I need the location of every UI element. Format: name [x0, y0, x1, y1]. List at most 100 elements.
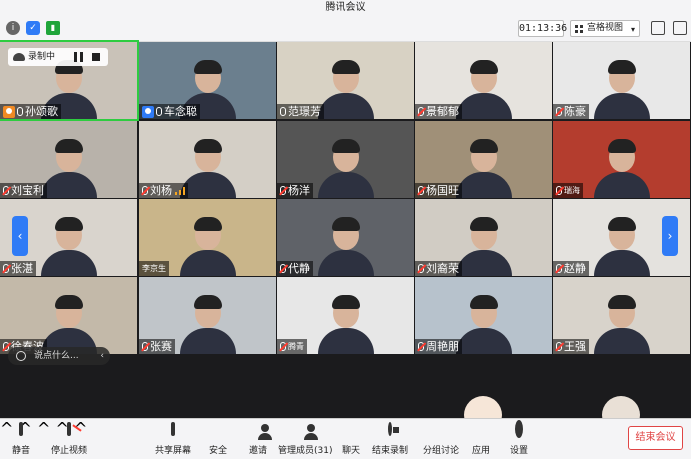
- video-tile[interactable]: 车念聪: [139, 42, 276, 119]
- settings-button[interactable]: 设置: [508, 420, 530, 458]
- participant-namebar: 代静: [277, 261, 313, 276]
- breakout-label: 分组讨论: [422, 446, 459, 456]
- stop-video-button[interactable]: 停止视频: [50, 422, 88, 458]
- participant-video: [455, 292, 512, 354]
- participant-namebar: 王强: [553, 339, 589, 354]
- mic-muted-icon: [280, 186, 286, 195]
- mic-muted-icon: [3, 264, 9, 273]
- participant-namebar: 赵静: [553, 261, 589, 276]
- mic-muted-icon: [418, 186, 424, 195]
- manage-members-button[interactable]: 管理成员(31): [278, 422, 332, 458]
- video-tile[interactable]: 景郁郁: [415, 42, 552, 119]
- video-tile[interactable]: 范璟芳: [277, 42, 414, 119]
- invite-button[interactable]: 邀请: [246, 422, 270, 458]
- participant-namebar: 景郁郁: [415, 104, 462, 119]
- video-tile[interactable]: 张赛: [139, 277, 276, 354]
- view-mode-label: 宫格视图: [587, 23, 624, 33]
- microphone-icon: [17, 107, 23, 116]
- prev-page-button[interactable]: ‹: [12, 216, 28, 256]
- restore-window-icon[interactable]: [673, 21, 687, 35]
- participant-video: [179, 292, 236, 354]
- participant-video: [179, 214, 236, 276]
- video-tile[interactable]: 周艳朋: [415, 277, 552, 354]
- gear-icon: [515, 420, 523, 438]
- end-recording-button[interactable]: 结束录制: [371, 422, 409, 458]
- cloud-icon: [13, 53, 25, 61]
- meeting-window: 腾讯会议 i ✓ ▮ 01:13:36 宫格视图 ▾ 孙颂歌 车念聪 范璟芳 景郁郁 陈…: [0, 0, 691, 459]
- mute-button[interactable]: 静音: [8, 422, 34, 458]
- invite-label: 邀请: [248, 446, 267, 456]
- mic-muted-icon: [280, 264, 286, 273]
- stop-recording-button[interactable]: [92, 53, 100, 61]
- participant-namebar: 刘裔荣: [415, 261, 462, 276]
- video-tile[interactable]: 刘宝利: [0, 121, 137, 198]
- video-tile[interactable]: 腾青: [277, 277, 414, 354]
- participant-namebar: 张赛: [139, 339, 175, 354]
- next-page-button[interactable]: ›: [662, 216, 678, 256]
- emoji-icon[interactable]: [16, 351, 26, 361]
- chat-button[interactable]: 聊天: [340, 422, 362, 458]
- participant-namebar: 孙颂歌: [0, 104, 61, 119]
- video-tile[interactable]: 杨洋: [277, 121, 414, 198]
- video-tile[interactable]: 王强: [553, 277, 690, 354]
- shield-icon[interactable]: ✓: [26, 21, 40, 35]
- participant-name: 赵静: [564, 262, 586, 275]
- participant-namebar: 张湛: [0, 261, 36, 276]
- participant-name: 刘裔荣: [426, 262, 459, 275]
- video-tile[interactable]: 陈豪: [553, 42, 690, 119]
- video-tile[interactable]: 杨国旺: [415, 121, 552, 198]
- participant-video: [317, 292, 374, 354]
- video-tile[interactable]: 代静: [277, 199, 414, 276]
- participant-name: 张赛: [150, 340, 172, 353]
- participant-name: 瑞海: [564, 186, 580, 195]
- video-tile[interactable]: 瑞海: [553, 121, 690, 198]
- mic-muted-icon: [3, 342, 9, 351]
- participant-video: [40, 214, 97, 276]
- apps-button[interactable]: 应用: [470, 422, 492, 458]
- mic-muted-icon: [556, 342, 562, 351]
- participant-video: [455, 214, 512, 276]
- participant-namebar: 刘宝利: [0, 183, 47, 198]
- participant-video: [455, 57, 512, 119]
- participant-name: 陈豪: [564, 105, 586, 118]
- participant-namebar: 杨洋: [277, 183, 313, 198]
- grid-view-icon: [575, 25, 583, 33]
- participant-name: 代静: [288, 262, 310, 275]
- participant-video: [40, 292, 97, 354]
- video-tile[interactable]: 李京生: [139, 199, 276, 276]
- share-options-caret[interactable]: ^: [37, 419, 50, 438]
- network-signal-icon[interactable]: ▮: [46, 21, 60, 35]
- participant-namebar: 车念聪: [139, 104, 200, 119]
- breakout-rooms-button[interactable]: 分组讨论: [422, 422, 460, 458]
- participant-video: [317, 57, 374, 119]
- participant-name: 孙颂歌: [25, 105, 58, 118]
- mic-muted-icon: [418, 107, 424, 116]
- pause-recording-button[interactable]: [74, 52, 83, 62]
- end-meeting-button[interactable]: 结束会议: [628, 426, 683, 450]
- mic-muted-icon: [556, 107, 562, 116]
- chevron-left-icon[interactable]: ‹: [100, 347, 104, 365]
- participant-video: [317, 136, 374, 198]
- meeting-timer: 01:13:36: [518, 20, 567, 37]
- participant-video: [455, 136, 512, 198]
- chat-label: 聊天: [341, 446, 360, 456]
- video-tile[interactable]: 刘杨: [139, 121, 276, 198]
- fullscreen-icon[interactable]: [651, 21, 665, 35]
- share-screen-button[interactable]: 共享屏幕: [154, 422, 192, 458]
- participant-video: [593, 292, 650, 354]
- video-tile[interactable]: 刘裔荣: [415, 199, 552, 276]
- window-title: 腾讯会议: [0, 0, 691, 16]
- security-button[interactable]: 安全: [206, 422, 230, 458]
- microphone-icon: [19, 422, 23, 436]
- chat-quick-input[interactable]: 说点什么... ‹: [8, 347, 110, 365]
- cohost-badge-icon: [142, 105, 154, 118]
- video-tile[interactable]: 徐春波: [0, 277, 137, 354]
- participant-video: [593, 214, 650, 276]
- microphone-icon: [156, 107, 162, 116]
- participant-video: [40, 136, 97, 198]
- view-mode-button[interactable]: 宫格视图 ▾: [570, 20, 640, 37]
- info-icon[interactable]: i: [6, 21, 20, 35]
- signal-strength-icon: [175, 186, 185, 195]
- participant-video: [593, 57, 650, 119]
- security-label: 安全: [208, 446, 227, 456]
